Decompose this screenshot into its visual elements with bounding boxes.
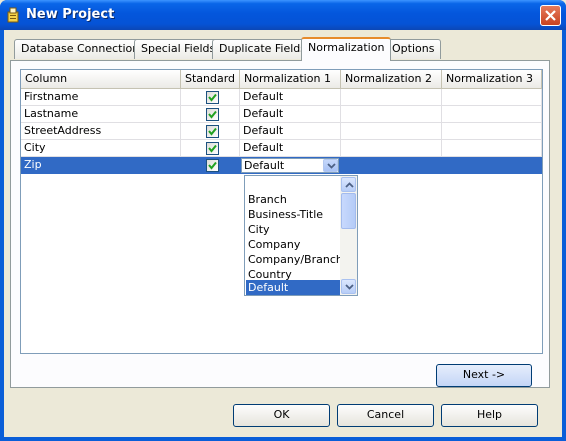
cell-normalization-2[interactable]	[341, 123, 442, 140]
standard-checkbox[interactable]	[206, 125, 219, 138]
normalization-combo[interactable]: Default	[241, 158, 339, 173]
cell-normalization-2[interactable]	[341, 140, 442, 157]
standard-checkbox[interactable]	[206, 91, 219, 104]
cell-normalization-2[interactable]	[341, 106, 442, 123]
table-row-selected[interactable]: Zip Default	[21, 157, 542, 174]
check-icon	[208, 110, 217, 119]
dropdown-option[interactable]: City	[246, 222, 341, 237]
chevron-down-icon	[327, 163, 336, 169]
cell-normalization-2[interactable]	[341, 157, 442, 174]
close-button[interactable]	[540, 5, 561, 26]
cell-normalization-3[interactable]	[442, 89, 542, 106]
new-project-window: New Project Database Connection Special …	[0, 0, 566, 441]
cell-standard	[181, 123, 240, 140]
table-row[interactable]: City Default	[21, 140, 542, 157]
cell-standard	[181, 140, 240, 157]
cell-normalization-1[interactable]: Default	[240, 123, 341, 140]
cancel-button[interactable]: Cancel	[337, 404, 434, 427]
normalization-dropdown-list[interactable]: Branch Business-Title City Company Compa…	[244, 175, 358, 296]
cell-normalization-2[interactable]	[341, 89, 442, 106]
scroll-down-button[interactable]	[341, 279, 356, 294]
check-icon	[208, 127, 217, 136]
cell-column: Zip	[21, 157, 181, 174]
cell-column: City	[21, 140, 181, 157]
cell-column: Firstname	[21, 89, 181, 106]
scroll-thumb[interactable]	[341, 193, 356, 229]
close-icon	[545, 10, 556, 21]
cell-standard	[181, 157, 240, 174]
tab-special-fields[interactable]: Special Fields	[134, 39, 223, 59]
combo-dropdown-button[interactable]	[323, 159, 338, 172]
cell-normalization-3[interactable]	[442, 140, 542, 157]
dropdown-option[interactable]: Company	[246, 237, 341, 252]
combo-value: Default	[244, 159, 285, 172]
dropdown-option[interactable]: Company/Branch	[246, 252, 343, 267]
dropdown-option-selected[interactable]: Default	[246, 280, 341, 295]
standard-checkbox[interactable]	[206, 142, 219, 155]
cell-normalization-3[interactable]	[442, 157, 542, 174]
cell-normalization-1[interactable]: Default	[240, 106, 341, 123]
table-row[interactable]: StreetAddress Default	[21, 123, 542, 140]
cell-standard	[181, 89, 240, 106]
cell-normalization-1-editor: Default	[240, 157, 341, 174]
cell-standard	[181, 106, 240, 123]
dialog-client: Database Connection Special Fields Dupli…	[4, 30, 562, 437]
check-icon	[208, 93, 217, 102]
chevron-up-icon	[345, 182, 354, 188]
tab-database-connection[interactable]: Database Connection	[14, 39, 147, 59]
header-normalization-2[interactable]: Normalization 2	[341, 70, 442, 89]
dropdown-scrollbar[interactable]	[340, 176, 357, 295]
cell-column: Lastname	[21, 106, 181, 123]
dropdown-option[interactable]: Branch	[246, 192, 341, 207]
table-row[interactable]: Firstname Default	[21, 89, 542, 106]
cell-normalization-1[interactable]: Default	[240, 140, 341, 157]
table-row[interactable]: Lastname Default	[21, 106, 542, 123]
check-icon	[208, 161, 217, 170]
dropdown-option[interactable]: Business-Title	[246, 207, 341, 222]
chevron-down-icon	[345, 284, 354, 290]
app-icon	[7, 7, 19, 23]
cell-column: StreetAddress	[21, 123, 181, 140]
dropdown-option-empty[interactable]	[246, 177, 341, 192]
standard-checkbox[interactable]	[206, 108, 219, 121]
title-bar[interactable]: New Project	[0, 0, 566, 30]
standard-checkbox[interactable]	[206, 159, 219, 172]
cell-normalization-3[interactable]	[442, 123, 542, 140]
tab-normalization[interactable]: Normalization	[301, 37, 392, 61]
check-icon	[208, 144, 217, 153]
header-normalization-1[interactable]: Normalization 1	[240, 70, 341, 89]
ok-button[interactable]: OK	[233, 404, 330, 427]
tab-options[interactable]: Options	[385, 39, 442, 59]
help-button[interactable]: Help	[441, 404, 538, 427]
header-standard[interactable]: Standard	[181, 70, 240, 89]
header-normalization-3[interactable]: Normalization 3	[442, 70, 542, 89]
header-column[interactable]: Column	[21, 70, 181, 89]
tab-duplicate-fields[interactable]: Duplicate Fields	[212, 39, 314, 59]
scroll-up-button[interactable]	[341, 177, 356, 192]
cell-normalization-3[interactable]	[442, 106, 542, 123]
next-button[interactable]: Next ->	[436, 364, 532, 387]
cell-normalization-1[interactable]: Default	[240, 89, 341, 106]
window-title: New Project	[26, 7, 115, 22]
